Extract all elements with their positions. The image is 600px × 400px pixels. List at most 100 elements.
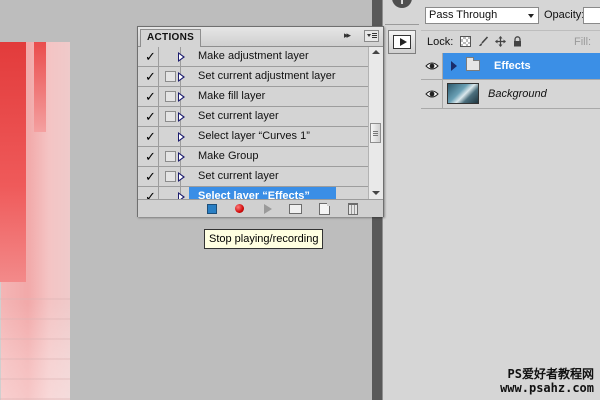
dialog-toggle-icon <box>165 71 176 82</box>
action-step-row[interactable]: ✓ Select layer “Curves 1” <box>138 127 368 147</box>
action-step-row-selected[interactable]: ✓ Select layer “Effects” <box>138 187 368 199</box>
eye-icon <box>425 62 439 70</box>
expand-triangle-icon[interactable] <box>178 72 185 82</box>
checkmark-icon: ✓ <box>145 49 156 64</box>
dialog-toggle-icon <box>165 151 176 162</box>
scroll-up-arrow-icon[interactable] <box>372 50 380 54</box>
stop-button[interactable] <box>202 201 222 216</box>
record-button[interactable] <box>229 201 249 216</box>
layer-thumbnail <box>447 83 479 104</box>
toggle-item-checkbox[interactable]: ✓ <box>138 67 159 87</box>
tooltip: Stop playing/recording <box>204 229 324 249</box>
expand-triangle-icon[interactable] <box>178 92 185 102</box>
play-button[interactable] <box>258 201 278 216</box>
dialog-toggle-icon <box>165 91 176 102</box>
toggle-item-checkbox[interactable]: ✓ <box>138 87 159 107</box>
chevron-down-icon <box>528 14 534 18</box>
checkmark-icon: ✓ <box>145 189 156 199</box>
scroll-down-arrow-icon[interactable] <box>372 191 380 195</box>
collapse-panel-icon[interactable]: ▸▸ <box>344 30 351 41</box>
new-action-icon <box>318 202 330 215</box>
lock-label: Lock: <box>427 36 454 48</box>
action-step-row[interactable]: ✓ Make fill layer <box>138 87 368 107</box>
layer-name: Effects <box>494 60 531 72</box>
toggle-item-checkbox[interactable]: ✓ <box>138 107 159 127</box>
blend-mode-value: Pass Through <box>429 9 498 21</box>
checkmark-icon: ✓ <box>145 149 156 164</box>
actions-list: ✓ Make adjustment layer ✓ Set current ad… <box>138 47 368 199</box>
checkmark-icon: ✓ <box>145 109 156 124</box>
expand-triangle-icon[interactable] <box>178 52 185 62</box>
folder-icon <box>466 57 480 71</box>
actions-scrollbar[interactable] <box>368 47 383 199</box>
dialog-toggle-icon <box>165 171 176 182</box>
actions-play-icon <box>393 35 411 49</box>
toggle-item-checkbox[interactable]: ✓ <box>138 147 159 167</box>
dialog-toggle-icon <box>165 111 176 122</box>
toggle-item-checkbox[interactable]: ✓ <box>138 47 159 67</box>
action-step-row[interactable]: ✓ Make adjustment layer <box>138 47 368 67</box>
toggle-item-checkbox[interactable]: ✓ <box>138 127 159 147</box>
tab-actions[interactable]: ACTIONS <box>140 29 202 47</box>
watermark: PS爱好者教程网 www.psahz.com <box>500 367 594 395</box>
actions-panel-header[interactable]: ACTIONS ▸▸ <box>138 27 383 47</box>
lock-row: Lock: Fill: <box>421 30 600 54</box>
watermark-line-1: PS爱好者教程网 <box>507 367 594 381</box>
checkmark-icon: ✓ <box>145 169 156 184</box>
watermark-line-2: www.psahz.com <box>500 381 594 395</box>
delete-button[interactable] <box>343 201 363 216</box>
opacity-field[interactable] <box>583 7 600 24</box>
delete-icon <box>348 202 358 215</box>
action-step-label: Make adjustment layer <box>198 50 309 62</box>
checkmark-icon: ✓ <box>145 89 156 104</box>
action-step-row[interactable]: ✓ Set current layer <box>138 167 368 187</box>
canvas-image-red-region <box>0 42 26 282</box>
visibility-toggle[interactable] <box>421 53 443 79</box>
info-icon[interactable]: i <box>392 0 412 8</box>
lock-all-icon[interactable] <box>512 36 523 47</box>
action-step-label: Set current adjustment layer <box>198 70 336 82</box>
expand-triangle-icon[interactable] <box>178 172 185 182</box>
layers-panel: Pass Through Opacity: Lock: Fill: Effect… <box>421 0 600 400</box>
canvas-image-red-region-2 <box>34 42 46 132</box>
actions-panel-dock-button[interactable] <box>388 30 416 54</box>
new-action-button[interactable] <box>314 201 334 216</box>
layer-list: Effects Background <box>421 53 600 400</box>
action-step-label: Set current layer <box>198 110 279 122</box>
canvas-image-tiles <box>0 280 70 400</box>
fill-label: Fill: <box>574 36 592 48</box>
eye-icon <box>425 90 439 98</box>
lock-transparent-pixels-icon[interactable] <box>460 36 471 47</box>
action-step-label: Select layer “Curves 1” <box>198 130 310 142</box>
action-step-row[interactable]: ✓ Set current layer <box>138 107 368 127</box>
lock-position-icon[interactable] <box>495 36 506 47</box>
expand-triangle-icon[interactable] <box>178 112 185 122</box>
actions-toolbar <box>138 199 383 217</box>
toggle-item-checkbox[interactable]: ✓ <box>138 187 159 199</box>
panel-menu-icon[interactable] <box>364 30 379 42</box>
layer-row-background[interactable]: Background <box>421 80 600 109</box>
new-set-icon <box>288 203 302 214</box>
play-icon <box>264 203 272 214</box>
toggle-item-checkbox[interactable]: ✓ <box>138 167 159 187</box>
action-step-row[interactable]: ✓ Set current adjustment layer <box>138 67 368 87</box>
expand-triangle-icon[interactable] <box>178 132 185 142</box>
checkmark-icon: ✓ <box>145 129 156 144</box>
scrollbar-thumb[interactable] <box>370 123 381 143</box>
layer-name: Background <box>488 88 547 100</box>
visibility-toggle[interactable] <box>421 80 443 108</box>
actions-panel: ACTIONS ▸▸ ✓ Make adjustment layer ✓ Set… <box>137 26 384 217</box>
lock-image-pixels-icon[interactable] <box>478 36 489 47</box>
layer-row-effects[interactable]: Effects <box>421 53 600 80</box>
blend-mode-select[interactable]: Pass Through <box>425 7 539 24</box>
expand-triangle-icon[interactable] <box>178 152 185 162</box>
action-step-label: Make fill layer <box>198 90 266 102</box>
action-step-label: Set current layer <box>198 170 279 182</box>
expand-triangle-icon[interactable] <box>451 61 457 71</box>
action-step-row[interactable]: ✓ Make Group <box>138 147 368 167</box>
blend-row: Pass Through Opacity: <box>421 6 600 26</box>
new-set-button[interactable] <box>285 201 305 216</box>
expand-triangle-icon[interactable] <box>178 192 185 199</box>
action-step-label: Select layer “Effects” <box>189 187 336 199</box>
collapsed-panel-dock: i <box>382 0 422 400</box>
